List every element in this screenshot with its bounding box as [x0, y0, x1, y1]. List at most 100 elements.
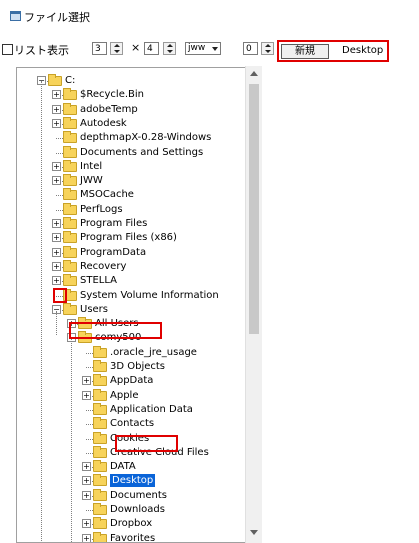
file-list-panel[interactable] [262, 66, 419, 543]
tree-node-label: comy500 [95, 332, 142, 344]
expand-icon[interactable]: + [82, 390, 91, 400]
scroll-thumb[interactable] [249, 84, 259, 334]
tree-node[interactable]: + Apple [17, 388, 257, 403]
expand-icon[interactable]: + [52, 118, 61, 128]
extra-input[interactable]: 0 [243, 42, 258, 55]
folder-icon [78, 317, 92, 330]
tree-node-label: Users [80, 303, 109, 315]
tree-node-label: Documents [110, 489, 168, 501]
tree-node[interactable]: + JWW [17, 174, 257, 188]
tree-node[interactable]: + Desktop [17, 474, 257, 488]
expand-icon[interactable]: + [67, 319, 76, 329]
tree-node[interactable]: + Dropbox [17, 517, 257, 531]
folder-icon [63, 102, 77, 115]
tree-node[interactable]: + Documents [17, 488, 257, 503]
folder-icon [48, 74, 62, 86]
expand-icon[interactable]: + [82, 533, 91, 542]
folder-icon [63, 245, 77, 258]
tree-node[interactable]: + DATA [17, 460, 257, 474]
folder-icon [63, 116, 77, 129]
expand-icon[interactable]: + [52, 161, 61, 171]
folder-icon [93, 445, 107, 458]
window-title: ファイル選択 [24, 11, 90, 24]
expand-icon[interactable]: + [52, 233, 61, 243]
chevron-down-icon [212, 47, 218, 51]
tree-node[interactable]: System Volume Information [17, 288, 257, 303]
new-button[interactable]: 新規 [281, 44, 329, 59]
cols-spinner[interactable] [110, 42, 123, 55]
tree-node[interactable]: + Intel [17, 159, 257, 174]
tree-node[interactable]: PerfLogs [17, 202, 257, 217]
expand-icon[interactable]: + [52, 261, 61, 271]
folder-icon [63, 202, 77, 215]
tree-node[interactable]: + AppData [17, 374, 257, 388]
expand-icon[interactable]: + [52, 219, 61, 228]
expand-icon[interactable]: + [52, 276, 61, 286]
folder-icon [63, 217, 77, 229]
folder-icon [93, 460, 107, 473]
folder-icon [93, 488, 107, 501]
folder-tree[interactable]: − C: + $Recycle.Bin + adobeTemp + Autodesk depth… [16, 67, 261, 543]
folder-icon [93, 402, 107, 415]
tree-node[interactable]: + Recovery [17, 259, 257, 274]
expand-icon[interactable]: + [82, 376, 91, 386]
rows-spinner[interactable] [163, 42, 176, 55]
tree-node[interactable]: Creative Cloud Files [17, 445, 257, 460]
expand-icon[interactable]: + [82, 462, 91, 472]
expand-icon[interactable]: + [82, 490, 91, 500]
tree-node[interactable]: + Program Files [17, 217, 257, 231]
expand-icon[interactable]: + [52, 90, 61, 100]
tree-node-label: Creative Cloud Files [110, 446, 209, 458]
tree-root[interactable]: − C: [17, 74, 257, 88]
folder-icon [63, 259, 77, 272]
tree-node[interactable]: Contacts [17, 417, 257, 431]
tree-node[interactable]: Downloads [17, 503, 257, 517]
vertical-scrollbar[interactable] [245, 66, 262, 543]
tree-node-label: Program Files [80, 218, 148, 229]
extra-spinner[interactable] [261, 42, 274, 55]
expand-icon[interactable]: + [52, 247, 61, 257]
folder-icon [93, 345, 107, 358]
tree-node[interactable]: + $Recycle.Bin [17, 88, 257, 102]
tree-node[interactable]: + Program Files (x86) [17, 231, 257, 245]
tree-node[interactable]: + adobeTemp [17, 102, 257, 117]
tree-node-label: Recovery [80, 260, 127, 272]
tree-node-label: JWW [80, 175, 103, 187]
tree-node[interactable]: + ProgramData [17, 245, 257, 260]
tree-node[interactable]: + All Users [17, 317, 257, 331]
list-view-label: リスト表示 [14, 44, 69, 57]
tree-node-label: STELLA [80, 275, 117, 287]
tree-node[interactable]: depthmapX-0.28-Windows [17, 131, 257, 145]
scroll-down-icon[interactable] [250, 530, 258, 535]
tree-node[interactable]: − Users [17, 302, 257, 317]
tree-node-label: $Recycle.Bin [80, 89, 145, 101]
expand-icon[interactable]: + [52, 176, 61, 186]
tree-node[interactable]: .oracle_jre_usage [17, 345, 257, 360]
tree-node-label: C: [65, 75, 76, 86]
folder-icon [63, 188, 77, 201]
expand-icon[interactable]: + [52, 104, 61, 114]
tree-node-label: 3D Objects [110, 361, 166, 372]
folder-icon [78, 331, 92, 344]
tree-node-label: Autodesk [80, 117, 127, 129]
cols-input[interactable]: 3 [92, 42, 107, 55]
tree-node[interactable]: 3D Objects [17, 360, 257, 374]
tree-node-label: Apple [110, 389, 139, 401]
tree-node-label: Contacts [110, 418, 155, 430]
tree-node[interactable]: Cookies [17, 431, 257, 446]
folder-icon [93, 531, 107, 542]
tree-node[interactable]: + Autodesk [17, 116, 257, 131]
scroll-up-icon[interactable] [250, 71, 258, 76]
tree-node[interactable]: Documents and Settings [17, 145, 257, 160]
tree-node[interactable]: Application Data [17, 402, 257, 417]
tree-node[interactable]: + STELLA [17, 274, 257, 288]
rows-input[interactable]: 4 [144, 42, 159, 55]
expand-icon[interactable]: + [82, 476, 91, 486]
title-bar: ファイル選択 [0, 0, 419, 30]
expand-icon[interactable]: + [82, 519, 91, 529]
tree-node[interactable]: MSOCache [17, 188, 257, 202]
extension-select[interactable]: jww [185, 42, 221, 55]
tree-node[interactable]: + Favorites [17, 531, 257, 542]
tree-node[interactable]: − comy500 [17, 331, 257, 345]
list-view-checkbox[interactable] [2, 44, 13, 55]
